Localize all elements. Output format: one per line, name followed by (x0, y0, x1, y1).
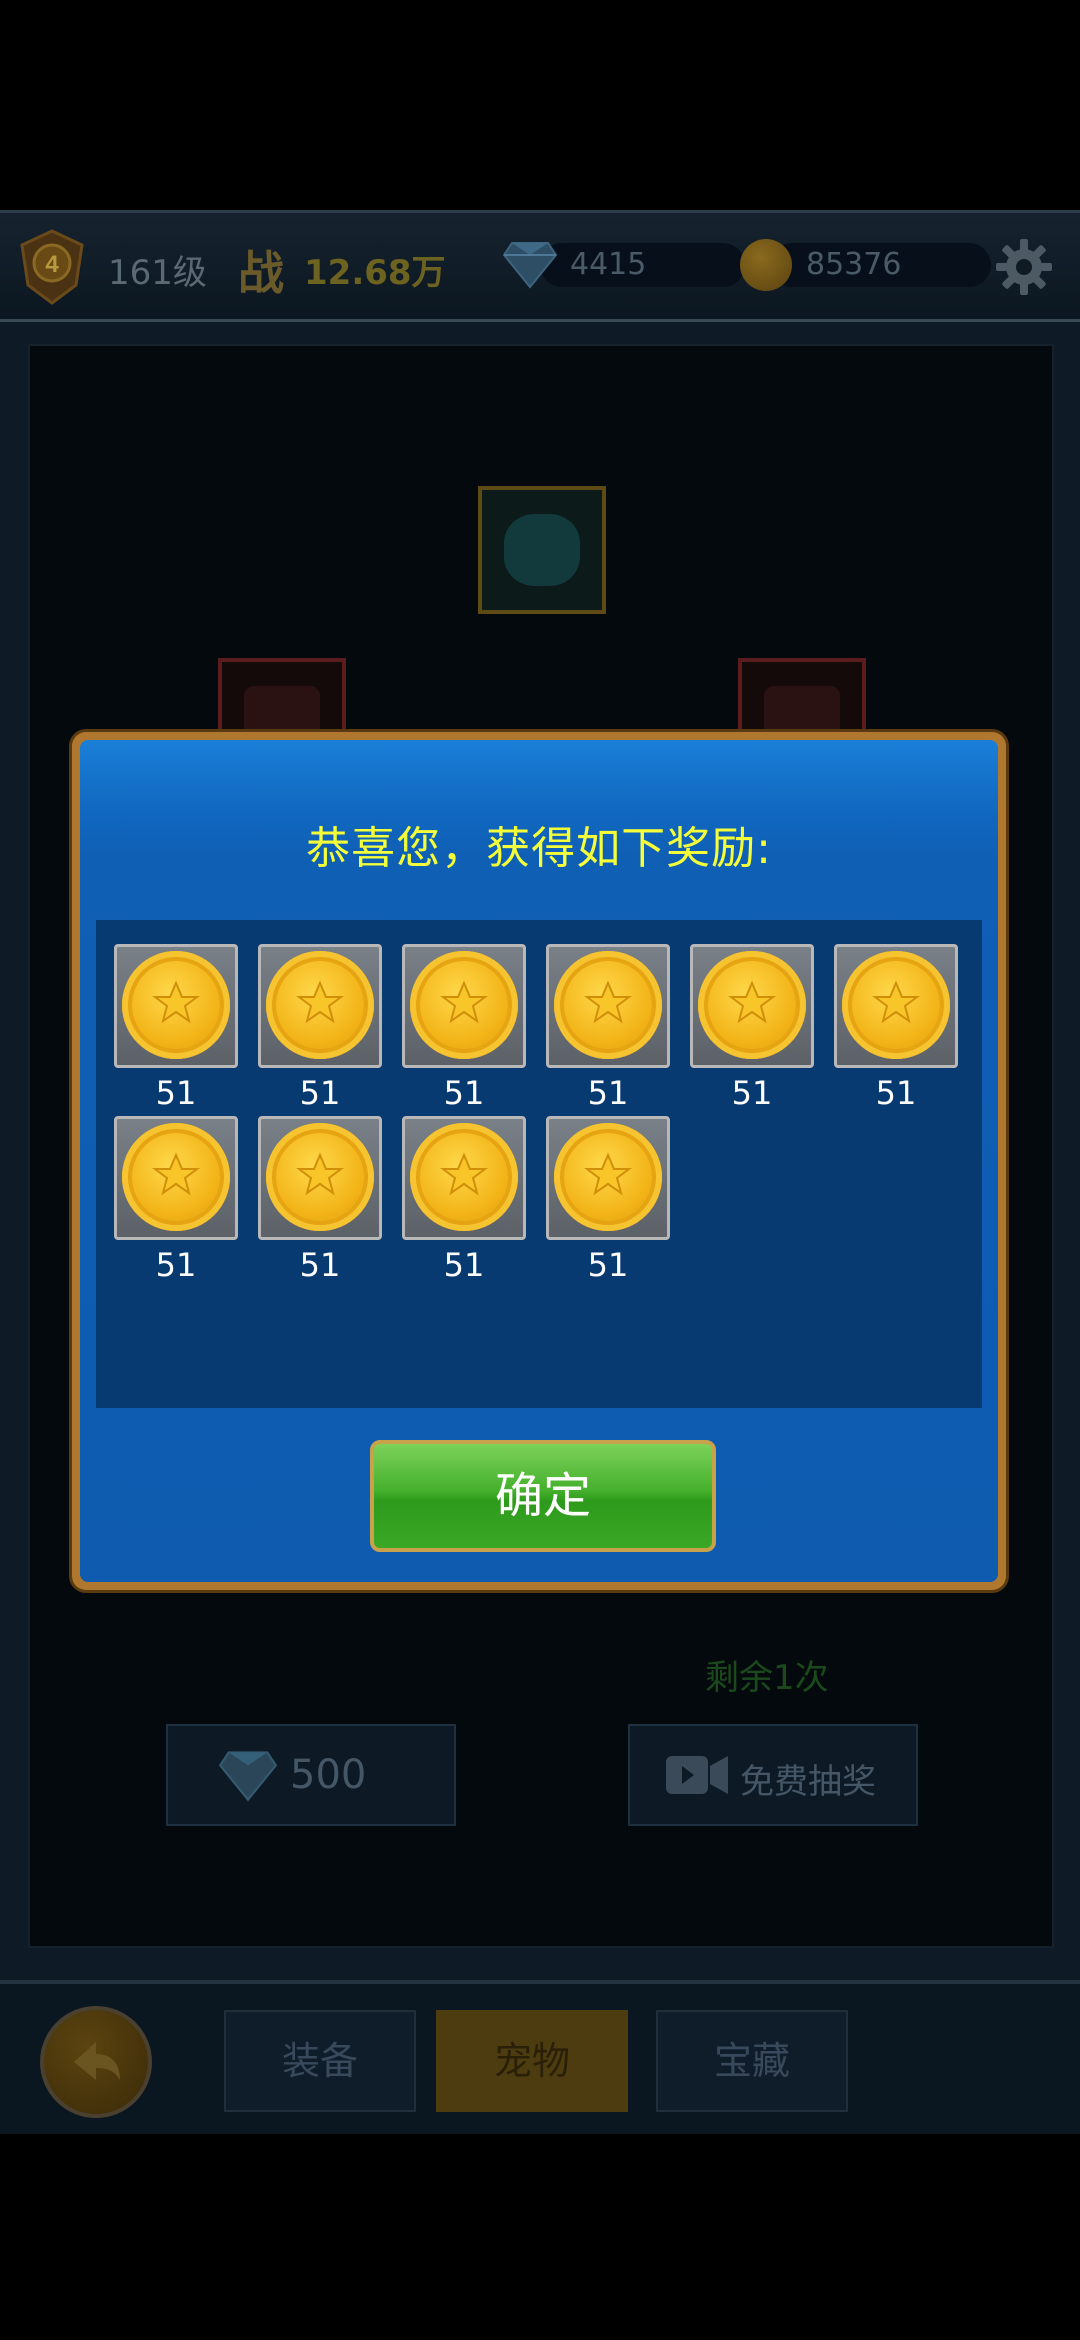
player-level: 161级 (108, 253, 207, 293)
back-button[interactable] (40, 2006, 152, 2118)
reward-grid: 51 51 51 51 51 51 51 51 51 51 (96, 920, 982, 1408)
video-camera-icon (666, 1754, 728, 1805)
reward-item-frame (258, 944, 382, 1068)
reward-item-frame (114, 944, 238, 1068)
gold-coin-icon (266, 1123, 374, 1231)
reward-item-frame (258, 1116, 382, 1240)
reward-item[interactable]: 51 (258, 1116, 382, 1284)
level-badge-icon[interactable]: 4 (12, 227, 92, 307)
reward-item-frame (114, 1116, 238, 1240)
reward-item[interactable]: 51 (546, 1116, 670, 1284)
reward-item[interactable]: 51 (402, 1116, 526, 1284)
reward-item[interactable]: 51 (114, 944, 238, 1112)
reward-item[interactable]: 51 (546, 944, 670, 1112)
gold-coin-icon (842, 951, 950, 1059)
coin-icon (740, 239, 792, 291)
pet-egg-icon (504, 514, 580, 586)
reward-item[interactable]: 51 (402, 944, 526, 1112)
reward-count: 51 (443, 1074, 485, 1112)
reward-count: 51 (155, 1074, 197, 1112)
reward-count: 51 (875, 1074, 917, 1112)
status-bar: 4 161级 战 12.68万 4415 85376 (0, 210, 1080, 323)
reward-item-frame (546, 1116, 670, 1240)
gold-coin-icon (410, 951, 518, 1059)
reward-dialog-title: 恭喜您，获得如下奖励: (306, 823, 772, 874)
gem-draw-cost: 500 (290, 1752, 367, 1798)
reward-count: 51 (587, 1074, 629, 1112)
gold-coin-icon (554, 951, 662, 1059)
diamond-icon (502, 239, 558, 289)
reward-item-frame (690, 944, 814, 1068)
gear-icon[interactable] (994, 237, 1054, 297)
reward-item-frame (834, 944, 958, 1068)
tab-equipment[interactable]: 装备 (224, 2010, 416, 2112)
back-arrow-icon (74, 2042, 120, 2080)
reward-dialog: 恭喜您，获得如下奖励: 51 51 51 51 51 51 51 51 51 5… (72, 732, 1006, 1590)
reward-item[interactable]: 51 (690, 944, 814, 1112)
reward-item[interactable]: 51 (834, 944, 958, 1112)
tab-pet[interactable]: 宠物 (436, 2010, 628, 2112)
free-draw-button[interactable]: 免费抽奖 (628, 1724, 918, 1826)
gold-coin-icon (122, 951, 230, 1059)
remaining-draws: 剩余1次 (705, 1658, 829, 1698)
reward-count: 51 (443, 1246, 485, 1284)
gem-counter[interactable]: 4415 (540, 243, 745, 287)
gold-coin-icon (122, 1123, 230, 1231)
diamond-icon (218, 1748, 278, 1812)
reward-item-frame (546, 944, 670, 1068)
battle-power-value: 12.68万 (304, 253, 446, 293)
gold-coin-icon (698, 951, 806, 1059)
reward-item[interactable]: 51 (114, 1116, 238, 1284)
confirm-button[interactable]: 确定 (370, 1440, 716, 1552)
reward-dialog-body: 恭喜您，获得如下奖励: 51 51 51 51 51 51 51 51 51 5… (80, 740, 998, 1582)
reward-item-frame (402, 944, 526, 1068)
gold-coin-icon (554, 1123, 662, 1231)
level-badge-number: 4 (45, 251, 59, 278)
bottom-nav: 装备 宠物 宝藏 (0, 1980, 1080, 2134)
gold-coin-icon (266, 951, 374, 1059)
reward-item-frame (402, 1116, 526, 1240)
reward-count: 51 (587, 1246, 629, 1284)
coin-counter[interactable]: 85376 (770, 243, 991, 287)
pet-slot-top[interactable] (478, 486, 606, 614)
gem-draw-button[interactable]: 500 (166, 1724, 456, 1826)
free-draw-label: 免费抽奖 (740, 1762, 876, 1802)
reward-item[interactable]: 51 (258, 944, 382, 1112)
tab-treasure[interactable]: 宝藏 (656, 2010, 848, 2112)
reward-count: 51 (299, 1074, 341, 1112)
battle-power-icon: 战 (238, 246, 284, 300)
gold-coin-icon (410, 1123, 518, 1231)
reward-count: 51 (731, 1074, 773, 1112)
reward-count: 51 (299, 1246, 341, 1284)
gem-count: 4415 (570, 247, 647, 282)
coin-count: 85376 (806, 247, 902, 282)
reward-count: 51 (155, 1246, 197, 1284)
